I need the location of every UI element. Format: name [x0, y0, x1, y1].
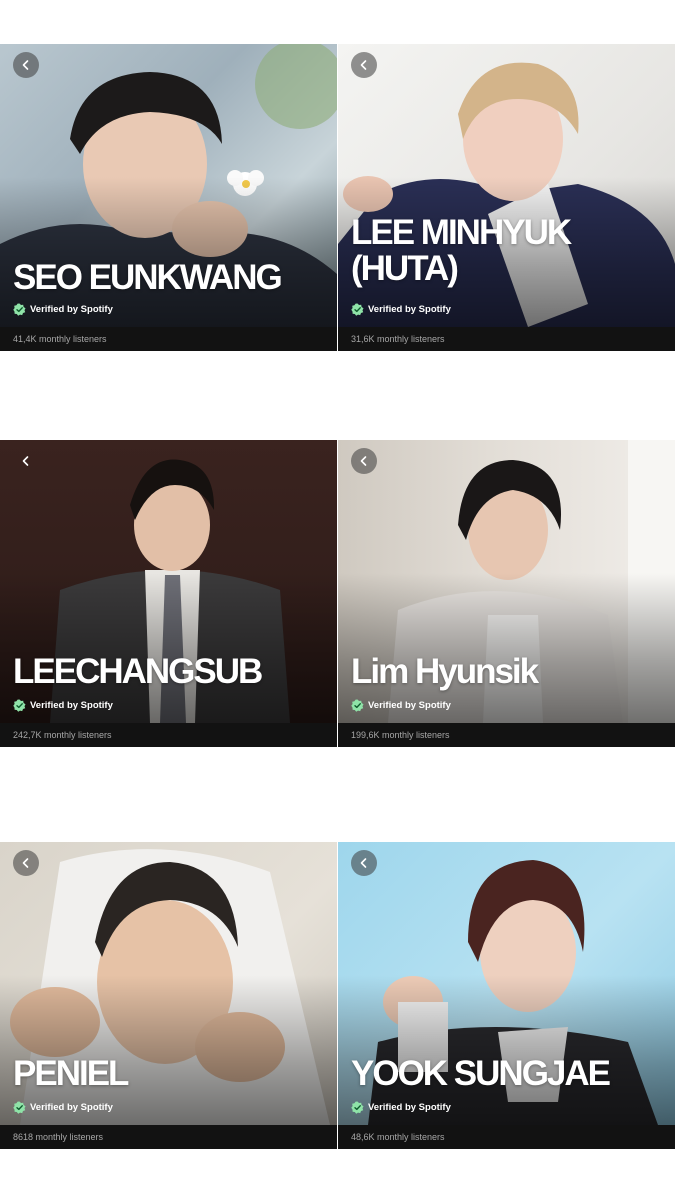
verified-badge-icon	[351, 699, 364, 712]
artist-name: SEO EUNKWANG	[13, 258, 283, 297]
back-chevron-icon	[22, 456, 29, 466]
back-button[interactable]	[13, 850, 39, 876]
back-chevron-icon	[22, 858, 29, 868]
monthly-listeners: 199,6K monthly listeners	[338, 723, 675, 747]
verified-badge-icon	[351, 303, 364, 316]
verified-label: Verified by Spotify	[368, 1102, 451, 1113]
back-button[interactable]	[351, 850, 377, 876]
verified-label: Verified by Spotify	[30, 1102, 113, 1113]
verified-row: Verified by Spotify	[13, 699, 113, 712]
verified-row: Verified by Spotify	[13, 303, 113, 316]
artist-card: LEECHANGSUB Verified by Spotify 242,7K m…	[0, 440, 337, 747]
monthly-listeners: 31,6K monthly listeners	[338, 327, 675, 351]
verified-row: Verified by Spotify	[13, 1101, 113, 1114]
back-chevron-icon	[22, 60, 29, 70]
verified-badge-icon	[13, 1101, 26, 1114]
verified-label: Verified by Spotify	[30, 700, 113, 711]
back-button[interactable]	[351, 448, 377, 474]
verified-row: Verified by Spotify	[351, 1101, 451, 1114]
verified-label: Verified by Spotify	[30, 304, 113, 315]
back-button[interactable]	[13, 52, 39, 78]
artist-card: LEE MINHYUK (HUTA) Verified by Spotify 3…	[338, 44, 675, 351]
monthly-listeners: 41,4K monthly listeners	[0, 327, 337, 351]
back-chevron-icon	[360, 858, 367, 868]
verified-label: Verified by Spotify	[368, 304, 451, 315]
back-chevron-icon	[360, 456, 367, 466]
back-chevron-icon	[360, 60, 367, 70]
monthly-listeners: 48,6K monthly listeners	[338, 1125, 675, 1149]
artist-name: LEE MINHYUK (HUTA)	[351, 213, 572, 288]
artist-card: Lim Hyunsik Verified by Spotify 199,6K m…	[338, 440, 675, 747]
artist-name: PENIEL	[13, 1054, 129, 1093]
back-button[interactable]	[13, 448, 39, 474]
artist-name: Lim Hyunsik	[351, 652, 539, 691]
verified-badge-icon	[351, 1101, 364, 1114]
artist-card: SEO EUNKWANG Verified by Spotify 41,4K m…	[0, 44, 337, 351]
artist-name: YOOK SUNGJAE	[351, 1054, 611, 1093]
artist-name: LEECHANGSUB	[13, 652, 263, 691]
verified-badge-icon	[13, 699, 26, 712]
verified-label: Verified by Spotify	[368, 700, 451, 711]
artist-card: PENIEL Verified by Spotify 8618 monthly …	[0, 842, 337, 1149]
monthly-listeners: 242,7K monthly listeners	[0, 723, 337, 747]
verified-badge-icon	[13, 303, 26, 316]
monthly-listeners: 8618 monthly listeners	[0, 1125, 337, 1149]
back-button[interactable]	[351, 52, 377, 78]
verified-row: Verified by Spotify	[351, 303, 451, 316]
artist-card: YOOK SUNGJAE Verified by Spotify 48,6K m…	[338, 842, 675, 1149]
verified-row: Verified by Spotify	[351, 699, 451, 712]
